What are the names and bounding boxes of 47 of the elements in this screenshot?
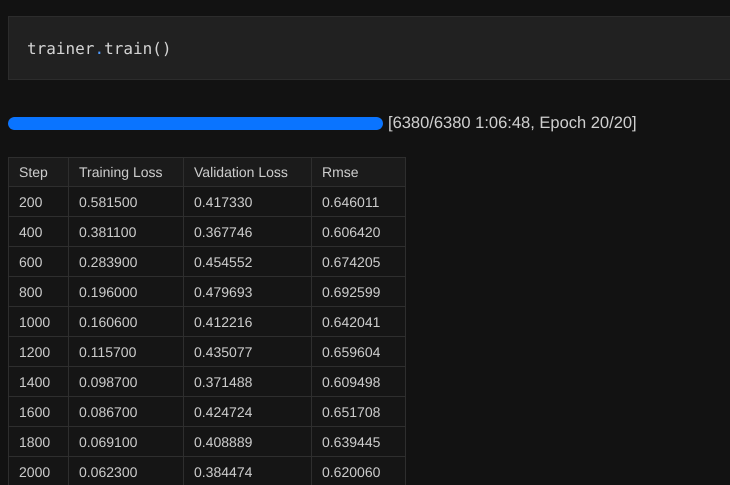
table-cell: 0.098700 [68,366,184,396]
table-cell: 0.062300 [68,456,184,485]
table-cell: 0.620060 [312,456,406,485]
table-cell: 0.412216 [184,306,312,336]
table-cell: 0.659604 [312,336,406,366]
progress-status: [6380/6380 1:06:48, Epoch 20/20] [388,114,637,133]
table-cell: 0.646011 [312,186,406,216]
table-cell: 0.283900 [68,246,184,276]
table-cell: 0.609498 [312,366,406,396]
table-cell: 2000 [8,456,68,485]
table-cell: 1600 [8,396,68,426]
table-cell: 0.086700 [68,396,184,426]
code-line: trainer.train() [27,38,172,58]
table-cell: 0.408889 [184,426,312,456]
table-cell: 0.435077 [184,336,312,366]
column-header: Step [8,158,68,186]
column-header: Training Loss [68,158,184,186]
table-cell: 0.069100 [68,426,184,456]
column-header: Validation Loss [184,158,312,186]
table-cell: 0.639445 [312,426,406,456]
code-cell[interactable]: trainer.train() [8,16,730,80]
table-cell: 1800 [8,426,68,456]
table-cell: 1200 [8,336,68,366]
table-cell: 1000 [8,306,68,336]
table-cell: 0.424724 [184,396,312,426]
table-cell: 0.417330 [184,186,312,216]
table-cell: 0.581500 [68,186,184,216]
table-cell: 0.381100 [68,216,184,246]
table-cell: 400 [8,216,68,246]
table-cell: 0.371488 [184,366,312,396]
table-cell: 0.674205 [312,246,406,276]
table-cell: 200 [8,186,68,216]
column-header: Rmse [312,158,406,186]
table-cell: 800 [8,276,68,306]
table-cell: 0.606420 [312,216,406,246]
table-cell: 1400 [8,366,68,396]
table-cell: 0.642041 [312,306,406,336]
table-cell: 0.384474 [184,456,312,485]
table-cell: 0.367746 [184,216,312,246]
table-cell: 0.115700 [68,336,184,366]
table-cell: 0.160600 [68,306,184,336]
table-cell: 0.651708 [312,396,406,426]
table-cell: 0.196000 [68,276,184,306]
table-cell: 0.454552 [184,246,312,276]
table-cell: 0.692599 [312,276,406,306]
table-cell: 600 [8,246,68,276]
table-cell: 0.479693 [184,276,312,306]
